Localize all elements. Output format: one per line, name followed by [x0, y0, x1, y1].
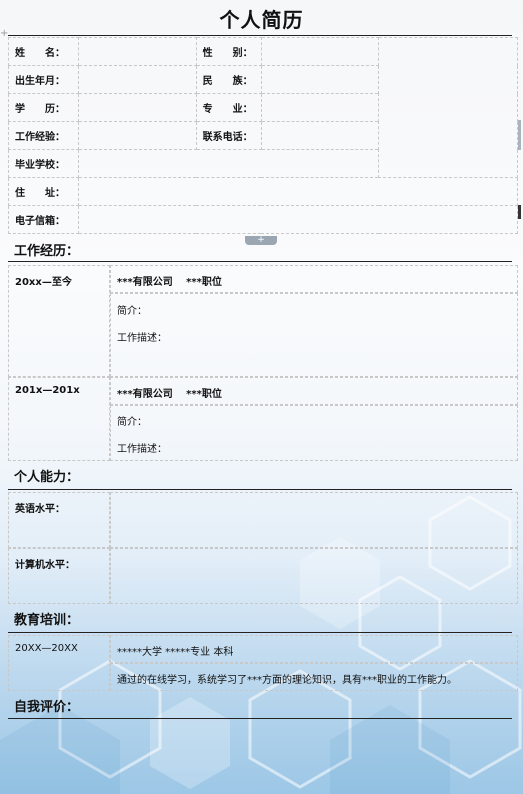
- work-intro: 简介：: [117, 417, 147, 428]
- school-value[interactable]: [77, 149, 380, 178]
- experience-value[interactable]: [77, 121, 197, 150]
- education-heading: 教育培训：: [14, 613, 80, 628]
- work-period: 201x—201x: [15, 385, 80, 396]
- gender-value[interactable]: [260, 37, 380, 66]
- education-value[interactable]: [77, 93, 197, 122]
- birth-label: 出生年月：: [8, 65, 79, 94]
- school-label: 毕业学校：: [8, 149, 79, 178]
- english-label-cell: 英语水平：: [8, 492, 110, 548]
- education-period-cell: 20XX—20XX: [8, 635, 110, 691]
- birth-value[interactable]: [77, 65, 197, 94]
- title-divider: [8, 35, 512, 36]
- work-company: ***有限公司 ***职位: [117, 389, 222, 400]
- education-divider: [8, 632, 512, 633]
- work-desc-cell[interactable]: 简介： 工作描述：: [110, 293, 518, 377]
- expand-table-button[interactable]: +: [245, 236, 277, 245]
- gender-label: 性 别：: [195, 37, 262, 66]
- english-label: 英语水平：: [15, 504, 65, 515]
- self-eval-heading: 自我评价：: [14, 700, 80, 715]
- phone-label: 联系电话：: [195, 121, 262, 150]
- address-label: 住 址：: [8, 177, 79, 206]
- phone-value[interactable]: [260, 121, 380, 150]
- english-value-cell[interactable]: [110, 492, 518, 548]
- education-school: *****大学 *****专业 本科: [117, 647, 234, 658]
- work-divider: [8, 261, 512, 262]
- education-detail-cell[interactable]: 通过的在线学习，系统学习了***方面的理论知识，具有***职业的工作能力。: [110, 663, 518, 691]
- side-marker: [518, 120, 521, 150]
- work-company-cell[interactable]: ***有限公司 ***职位: [110, 377, 518, 405]
- basic-info-table: 姓 名： 性 别： 出生年月： 民 族： 学 历： 专 业： 工作经验： 联系电…: [8, 37, 519, 234]
- major-label: 专 业：: [195, 93, 262, 122]
- experience-label: 工作经验：: [8, 121, 79, 150]
- resume-page: + 个人简历 姓 名： 性 别： 出生年月： 民 族： 学 历： 专 业： 工作…: [0, 0, 523, 794]
- email-label: 电子信箱：: [8, 205, 79, 234]
- education-label: 学 历：: [8, 93, 79, 122]
- side-marker: [518, 205, 521, 219]
- work-period: 20xx—至今: [15, 277, 72, 288]
- computer-label-cell: 计算机水平：: [8, 548, 110, 604]
- work-desc-cell[interactable]: 简介： 工作描述：: [110, 405, 518, 461]
- work-period-cell: 201x—201x: [8, 377, 110, 461]
- email-value[interactable]: [77, 205, 519, 234]
- ethnicity-label: 民 族：: [195, 65, 262, 94]
- education-period: 20XX—20XX: [15, 643, 78, 654]
- work-desc: 工作描述：: [117, 444, 167, 455]
- photo-cell[interactable]: [378, 37, 518, 178]
- address-value[interactable]: [77, 177, 519, 206]
- ability-heading: 个人能力：: [14, 470, 80, 485]
- computer-label: 计算机水平：: [15, 560, 75, 571]
- major-value[interactable]: [260, 93, 380, 122]
- work-intro: 简介：: [117, 306, 147, 317]
- work-period-cell: 20xx—至今: [8, 265, 110, 377]
- work-heading: 工作经历：: [14, 244, 80, 259]
- work-desc: 工作描述：: [117, 333, 167, 344]
- education-school-cell[interactable]: *****大学 *****专业 本科: [110, 635, 518, 663]
- ability-divider: [8, 489, 512, 490]
- page-title: 个人简历: [219, 8, 304, 32]
- computer-value-cell[interactable]: [110, 548, 518, 604]
- ethnicity-value[interactable]: [260, 65, 380, 94]
- education-detail: 通过的在线学习，系统学习了***方面的理论知识，具有***职业的工作能力。: [117, 675, 457, 686]
- work-company-cell[interactable]: ***有限公司 ***职位: [110, 265, 518, 293]
- name-value[interactable]: [77, 37, 197, 66]
- self-eval-divider: [8, 718, 512, 719]
- name-label: 姓 名：: [8, 37, 79, 66]
- work-company: ***有限公司 ***职位: [117, 277, 222, 288]
